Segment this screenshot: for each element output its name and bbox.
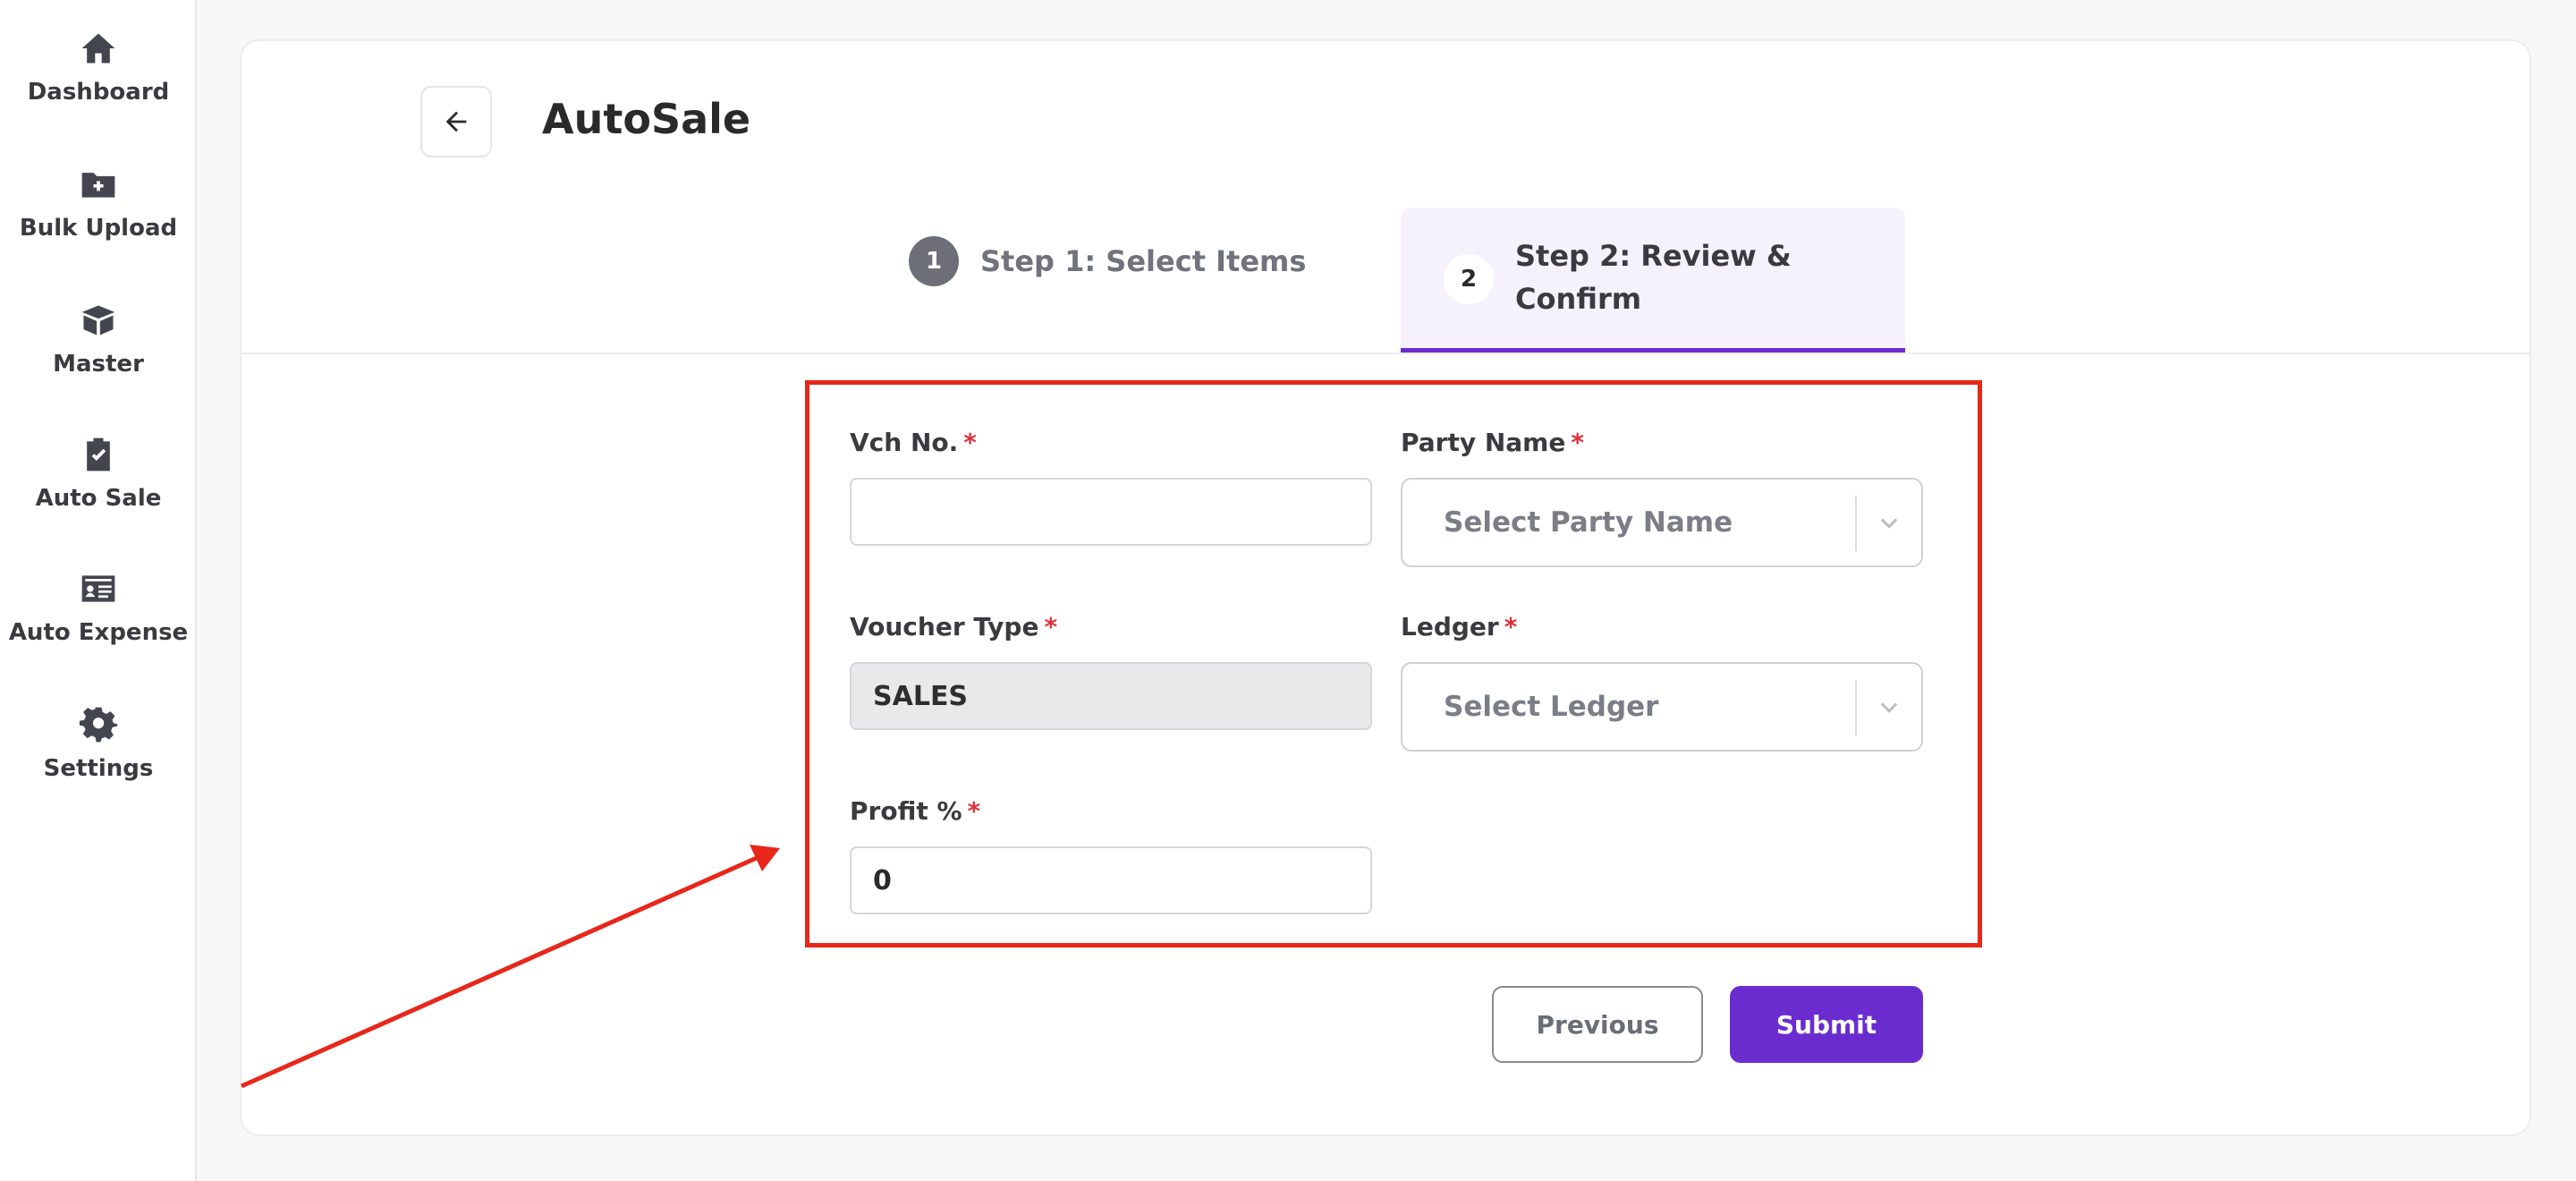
party-name-placeholder: Select Party Name bbox=[1444, 506, 1733, 539]
page-title: AutoSale bbox=[542, 95, 751, 143]
id-card-icon bbox=[81, 575, 115, 602]
ledger-placeholder: Select Ledger bbox=[1444, 691, 1659, 723]
folder-plus-icon bbox=[81, 173, 115, 198]
vch-no-label: Vch No. * bbox=[850, 428, 977, 457]
box-open-icon bbox=[81, 305, 115, 336]
submit-button[interactable]: Submit bbox=[1730, 986, 1923, 1063]
chevron-down-icon[interactable] bbox=[1877, 694, 1902, 719]
sidebar-item-master[interactable]: Master bbox=[0, 301, 197, 408]
step-label: Step 1: Select Items bbox=[980, 244, 1307, 278]
previous-button[interactable]: Previous bbox=[1492, 986, 1703, 1063]
stepper-divider bbox=[242, 353, 2529, 354]
vch-no-input[interactable] bbox=[850, 478, 1372, 546]
sidebar-item-settings[interactable]: Settings bbox=[0, 705, 197, 812]
profit-input[interactable] bbox=[850, 846, 1372, 914]
ledger-select[interactable]: Select Ledger bbox=[1401, 662, 1923, 752]
step-review-confirm[interactable]: 2 Step 2: Review & Confirm bbox=[1401, 208, 1905, 353]
sidebar-item-label: Dashboard bbox=[27, 79, 170, 106]
chevron-down-icon[interactable] bbox=[1877, 510, 1902, 535]
party-name-label: Party Name * bbox=[1401, 428, 1585, 457]
sidebar-item-label: Settings bbox=[43, 755, 154, 782]
sidebar-item-bulk-upload[interactable]: Bulk Upload bbox=[0, 165, 197, 272]
sidebar-item-label: Bulk Upload bbox=[19, 215, 178, 242]
ledger-label: Ledger * bbox=[1401, 612, 1518, 641]
select-separator bbox=[1855, 680, 1857, 735]
back-button[interactable] bbox=[420, 86, 492, 157]
gear-icon bbox=[79, 707, 118, 743]
sidebar: Dashboard Bulk Upload Master Auto Sale A… bbox=[0, 0, 197, 1181]
select-separator bbox=[1855, 496, 1857, 551]
step-label: Step 2: Review & Confirm bbox=[1515, 239, 1792, 316]
sidebar-item-auto-expense[interactable]: Auto Expense bbox=[0, 569, 197, 676]
step-number: 1 bbox=[909, 236, 959, 286]
step-number: 2 bbox=[1444, 254, 1494, 304]
arrow-left-icon bbox=[445, 111, 467, 132]
sidebar-item-label: Auto Expense bbox=[8, 619, 189, 646]
clipboard-check-icon bbox=[87, 438, 110, 472]
voucher-type-input bbox=[850, 662, 1372, 730]
sidebar-item-auto-sale[interactable]: Auto Sale bbox=[0, 435, 197, 542]
step-select-items[interactable]: 1 Step 1: Select Items bbox=[909, 236, 1306, 286]
profit-label: Profit % * bbox=[850, 796, 981, 826]
sidebar-item-label: Master bbox=[53, 351, 144, 378]
party-name-select[interactable]: Select Party Name bbox=[1401, 478, 1923, 567]
voucher-type-label: Voucher Type * bbox=[850, 612, 1058, 641]
sidebar-item-dashboard[interactable]: Dashboard bbox=[0, 29, 197, 136]
home-icon bbox=[81, 33, 115, 64]
sidebar-item-label: Auto Sale bbox=[35, 485, 162, 512]
